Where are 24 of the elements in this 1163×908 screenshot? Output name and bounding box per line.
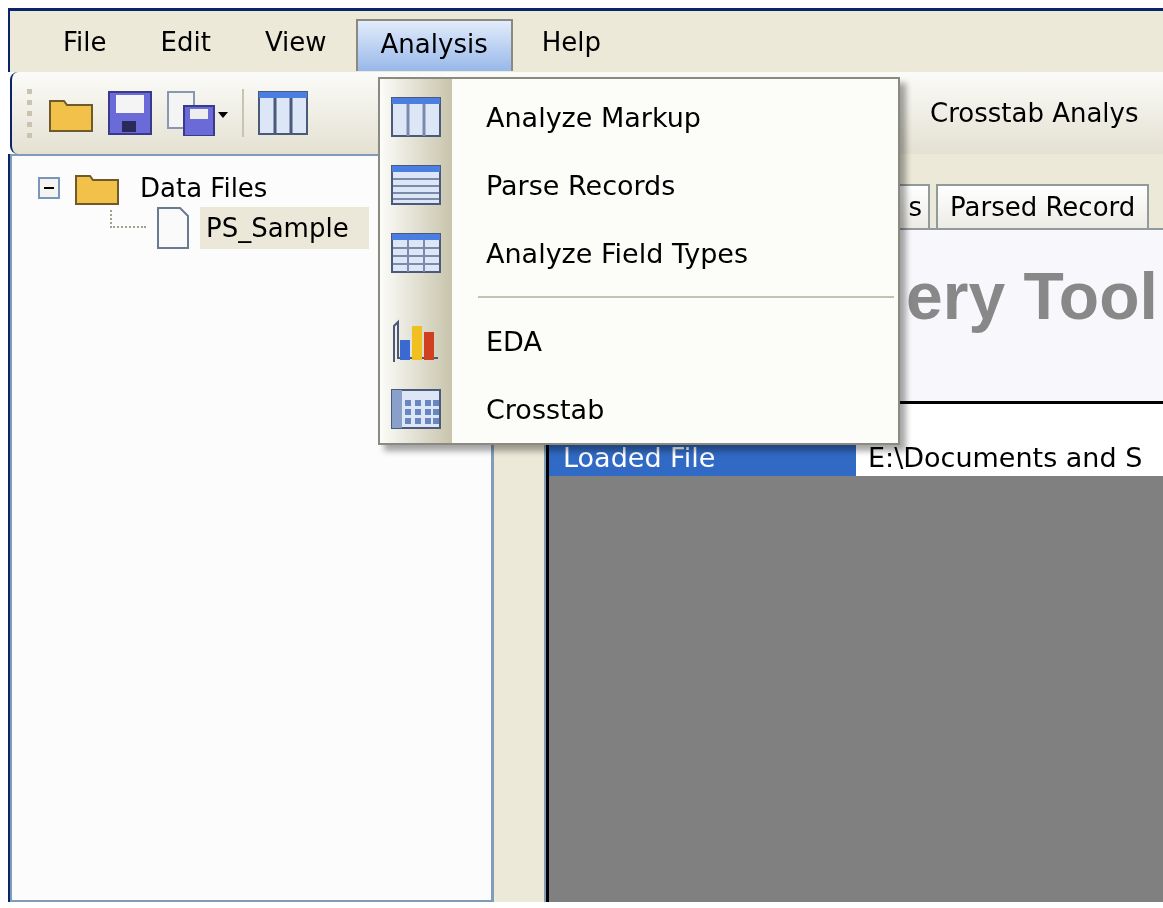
grid-icon [391,233,441,273]
tree-item[interactable]: PS_Sample [200,207,369,249]
columns-icon[interactable] [258,91,308,135]
tab[interactable]: Parsed Record [936,184,1150,228]
save-as-icon[interactable] [166,90,228,136]
bar-chart-icon [391,318,441,364]
menu-item[interactable]: Edit [135,16,236,67]
document-icon [156,206,190,250]
crosstab-analysis-button[interactable]: Crosstab Analys [930,98,1139,128]
menu-item[interactable]: Analysis [355,18,513,71]
collapse-icon[interactable] [38,177,60,199]
tree-connector-line [110,210,146,228]
save-icon[interactable] [108,91,152,135]
menu-item[interactable]: File [38,16,132,67]
table-cell: E:\Documents and S [856,404,1163,476]
menu-item[interactable]: Help [516,16,626,67]
menu-item[interactable]: Analyze Markup [486,101,701,133]
table-icon [391,389,441,429]
tree-item[interactable]: Data Files [134,171,274,205]
menu-item[interactable]: View [239,16,352,67]
menu-item[interactable]: Parse Records [486,169,676,201]
columns-icon [391,97,441,137]
menu-item[interactable]: EDA [486,325,542,357]
rows-icon [391,165,441,205]
